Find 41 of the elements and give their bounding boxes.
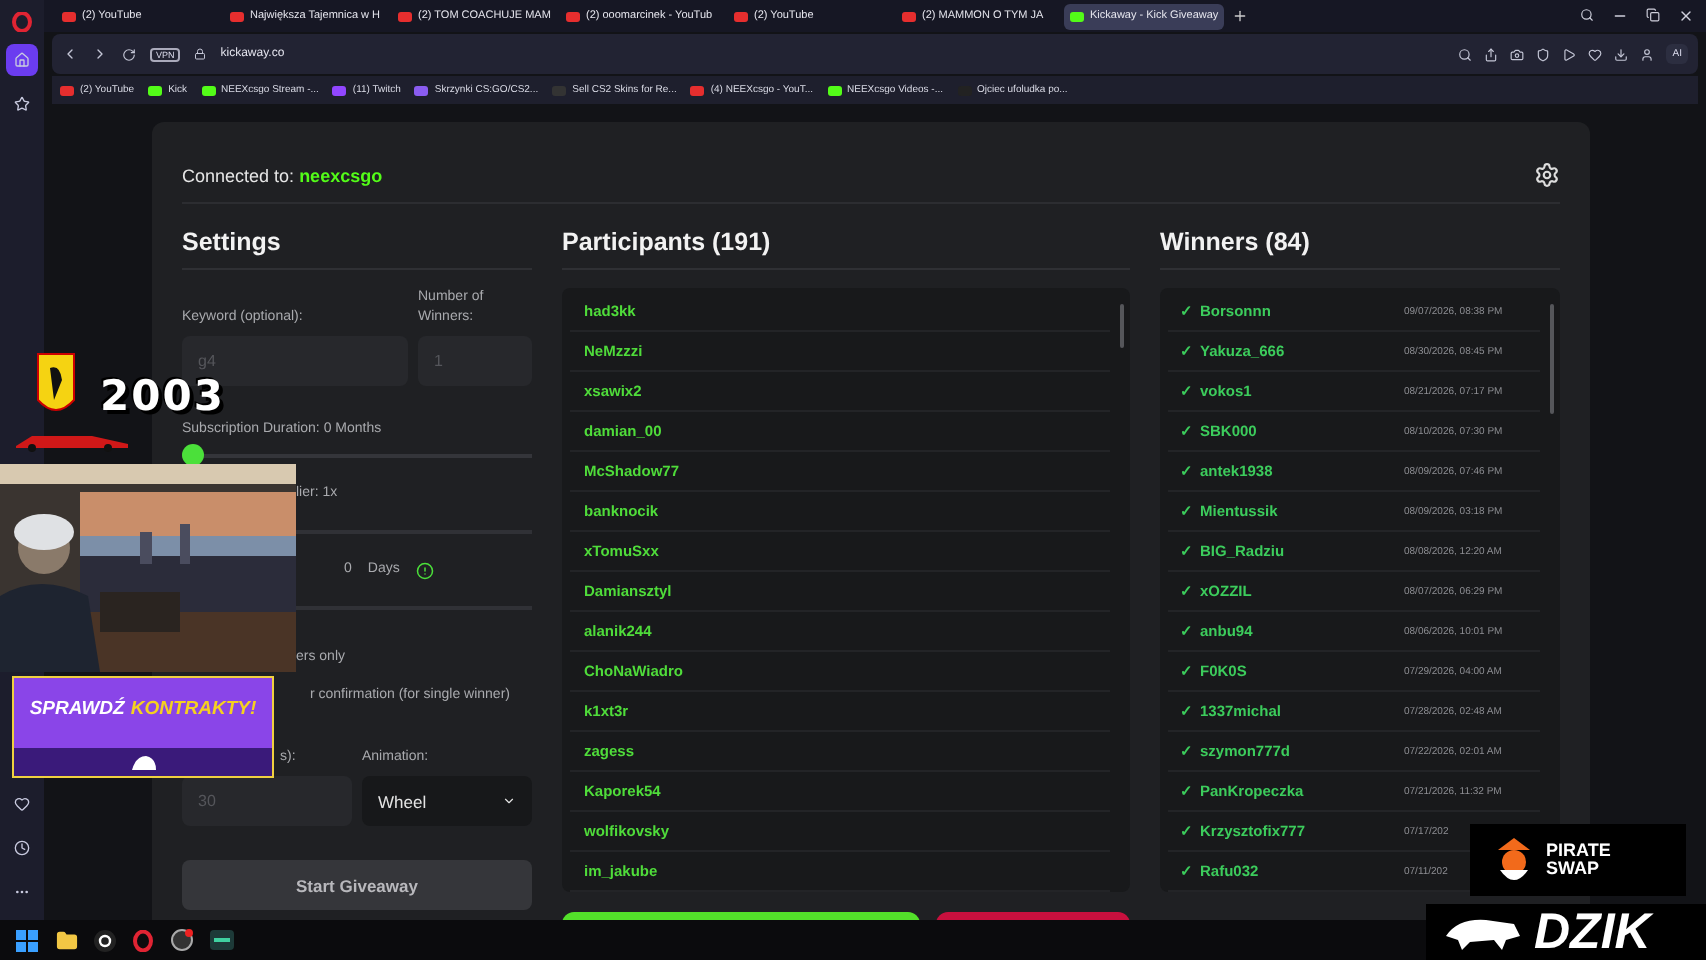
animation-select[interactable]: Wheel: [362, 776, 532, 826]
scrollbar[interactable]: [1120, 304, 1124, 348]
new-tab-icon[interactable]: [1232, 8, 1249, 24]
sponsor-text: SWAP: [1546, 860, 1602, 878]
scrollbar[interactable]: [1550, 304, 1554, 414]
settings-icon[interactable]: [1534, 162, 1560, 188]
logitech-icon[interactable]: [94, 929, 116, 951]
participants-title: Participants (191): [562, 216, 1130, 270]
terminal-icon[interactable]: [210, 930, 234, 950]
start-giveaway-button[interactable]: Start Giveaway: [182, 860, 532, 910]
camera-icon[interactable]: [1510, 47, 1525, 61]
lock-icon: [194, 48, 207, 60]
heart-icon[interactable]: [1588, 47, 1603, 61]
close-icon[interactable]: [1678, 8, 1694, 24]
folder-icon[interactable]: [54, 928, 78, 952]
sponsor-text: PIRATE: [1546, 842, 1611, 860]
share-icon[interactable]: [1484, 47, 1499, 61]
restore-icon[interactable]: [1646, 8, 1660, 22]
app-icon[interactable]: [170, 928, 194, 952]
windows-start-icon[interactable]: [16, 929, 38, 951]
connection-status: Connected to: neexcsgo: [182, 165, 383, 185]
shield-icon[interactable]: [1536, 47, 1551, 61]
home-icon[interactable]: [6, 44, 38, 76]
play-icon[interactable]: [1562, 47, 1577, 61]
opera-logo-icon[interactable]: [12, 12, 32, 32]
settings-title: Settings: [182, 216, 532, 270]
info-icon[interactable]: [415, 561, 434, 579]
slider-thumb[interactable]: [182, 444, 204, 466]
ad-text: SPRAWDŹ: [29, 698, 125, 720]
brand-text: DZIK: [1534, 906, 1651, 958]
opera-icon[interactable]: [132, 929, 154, 951]
reload-icon[interactable]: [122, 47, 136, 61]
search-icon[interactable]: [1580, 8, 1594, 22]
winners-title: Winners (84): [1160, 216, 1560, 270]
profile-icon[interactable]: [1640, 47, 1655, 61]
ad-text: KONTRAKTY!: [130, 698, 257, 720]
back-icon[interactable]: [62, 46, 78, 62]
download-icon[interactable]: [1614, 47, 1629, 61]
search-icon[interactable]: [1458, 47, 1473, 61]
chevron-down-icon: [502, 794, 516, 808]
forward-icon[interactable]: [92, 46, 108, 62]
